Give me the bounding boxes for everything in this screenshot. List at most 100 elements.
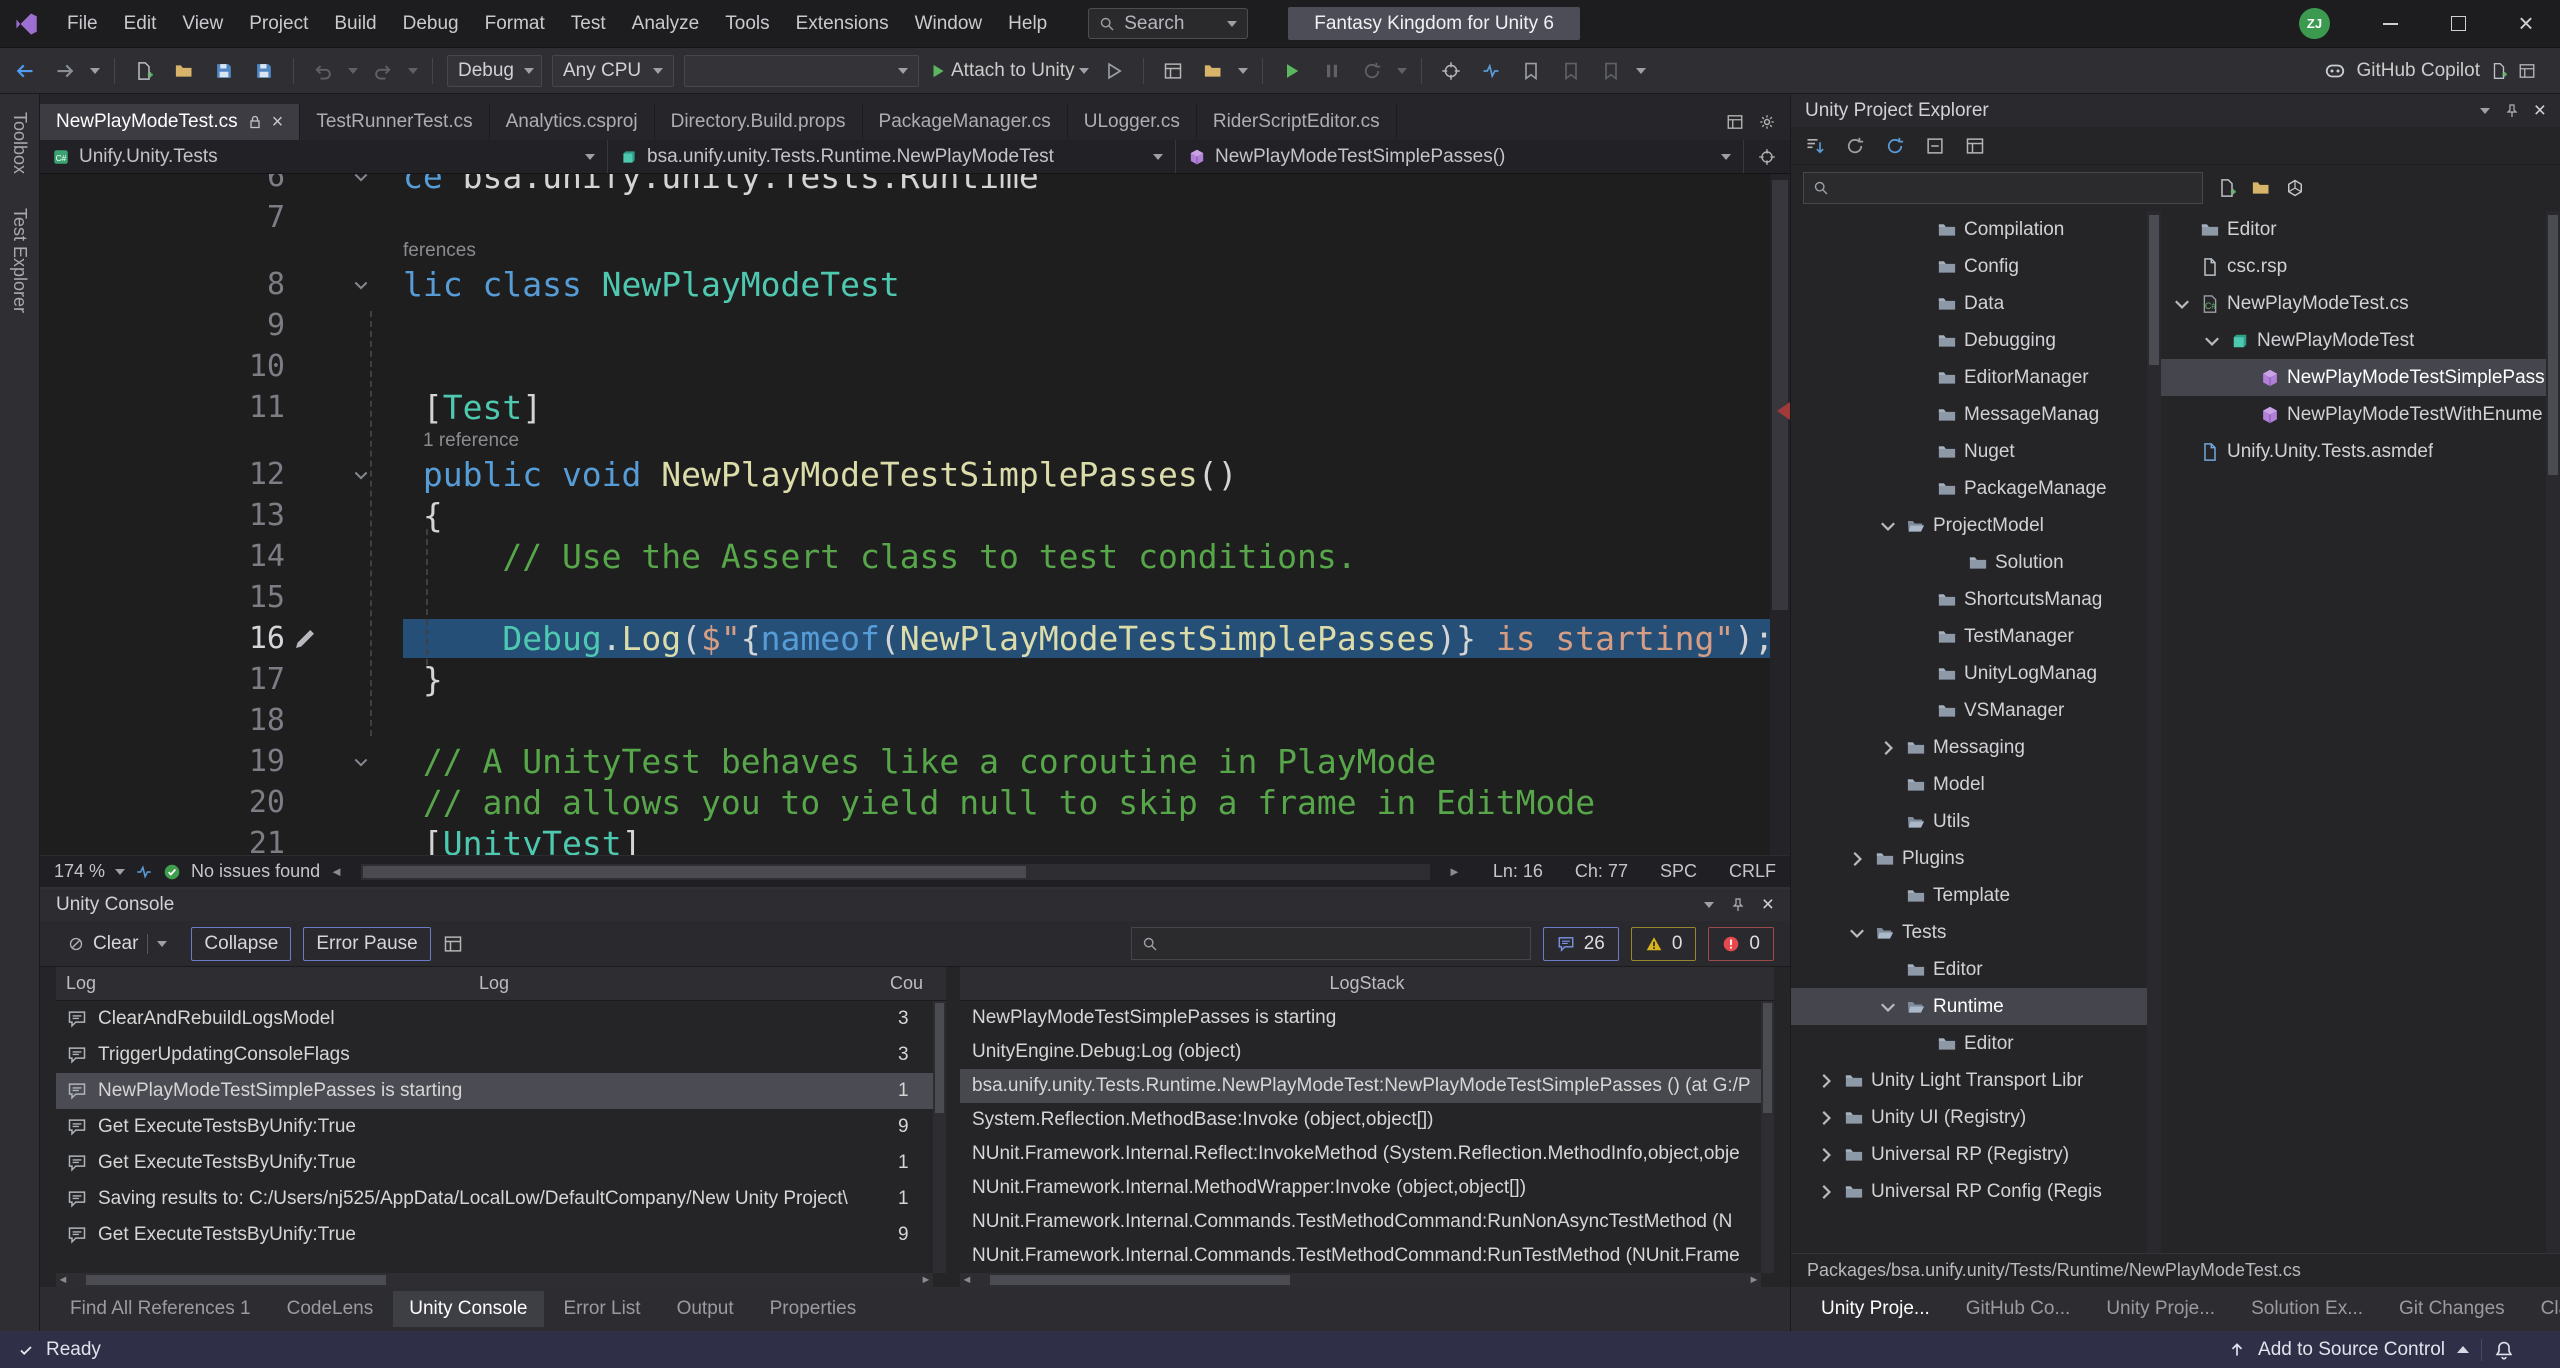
- line-indicator[interactable]: Ln: 16: [1493, 861, 1543, 882]
- tab-settings-icon[interactable]: [1758, 113, 1776, 131]
- navigate-back-icon[interactable]: [10, 54, 40, 88]
- folder-tree-item[interactable]: Solution: [1791, 544, 2147, 581]
- startup-item-combo[interactable]: [684, 55, 919, 87]
- code-line[interactable]: 11 [Test]: [40, 387, 1770, 428]
- breadcrumb-segment[interactable]: NewPlayModeTestSimplePasses(): [1176, 140, 1744, 173]
- panel-tab[interactable]: CodeLens: [271, 1291, 390, 1327]
- panel-tab[interactable]: Error List: [548, 1291, 657, 1327]
- console-log-row[interactable]: ClearAndRebuildLogsModel3: [56, 1001, 946, 1037]
- code-line[interactable]: 15: [40, 577, 1770, 618]
- logstack-row[interactable]: NUnit.Framework.Internal.Reflect:InvokeM…: [960, 1137, 1774, 1171]
- undo-chevron-icon[interactable]: [348, 68, 358, 74]
- column-indicator[interactable]: Ch: 77: [1575, 861, 1628, 882]
- show-all-files-icon[interactable]: [2251, 178, 2271, 198]
- split-editor-icon[interactable]: [1744, 140, 1790, 173]
- side-tab-test-explorer[interactable]: Test Explorer: [9, 208, 30, 313]
- panel-tab[interactable]: Unity Console: [393, 1291, 543, 1327]
- code-line[interactable]: 19 // A UnityTest behaves like a corouti…: [40, 741, 1770, 782]
- copilot-panel-icon[interactable]: [2518, 62, 2536, 80]
- menu-test[interactable]: Test: [558, 0, 619, 47]
- file-tree-item[interactable]: NewPlayModeTestWithEnume: [2161, 396, 2546, 433]
- solution-name-badge[interactable]: Fantasy Kingdom for Unity 6: [1288, 7, 1580, 40]
- close-button[interactable]: ×: [2492, 0, 2560, 47]
- folder-tree-item[interactable]: MessageManag: [1791, 396, 2147, 433]
- panel-tab[interactable]: Output: [661, 1291, 750, 1327]
- menu-project[interactable]: Project: [236, 0, 321, 47]
- menu-analyze[interactable]: Analyze: [619, 0, 713, 47]
- debug-steps-chevron-icon[interactable]: [1397, 68, 1407, 74]
- open-file-icon[interactable]: [169, 54, 199, 88]
- menu-file[interactable]: File: [54, 0, 111, 47]
- run-tests-icon[interactable]: [1277, 54, 1307, 88]
- solution-folder-icon[interactable]: [1198, 54, 1228, 88]
- logstack-row[interactable]: UnityEngine.Debug:Log (object): [960, 1035, 1774, 1069]
- panel-tab[interactable]: Unity Proje...: [2090, 1291, 2231, 1327]
- file-tree-item[interactable]: NewPlayModeTestSimplePass: [2161, 359, 2546, 396]
- tab-list-icon[interactable]: [1726, 113, 1744, 131]
- folder-tree-item[interactable]: Template: [1791, 877, 2147, 914]
- line-ending-indicator[interactable]: CRLF: [1729, 861, 1776, 882]
- file-tree-item[interactable]: C#NewPlayModeTest.cs: [2161, 285, 2546, 322]
- folder-tree-item[interactable]: PackageManage: [1791, 470, 2147, 507]
- folder-tree-item[interactable]: Editor: [1791, 1025, 2147, 1062]
- source-control-expand-icon[interactable]: [2457, 1346, 2469, 1353]
- close-panel-icon[interactable]: ×: [1762, 893, 1774, 917]
- code-line[interactable]: 17 }: [40, 659, 1770, 700]
- maximize-button[interactable]: [2424, 0, 2492, 47]
- chevron-right-icon[interactable]: [1846, 848, 1868, 870]
- folder-tree-item[interactable]: Plugins: [1791, 840, 2147, 877]
- code-line[interactable]: 12 public void NewPlayModeTestSimplePass…: [40, 454, 1770, 495]
- side-tab-toolbox[interactable]: Toolbox: [9, 112, 30, 174]
- folder-tree-item[interactable]: Universal RP (Registry): [1791, 1136, 2147, 1173]
- code-line[interactable]: 20 // and allows you to yield null to sk…: [40, 782, 1770, 823]
- code-map-icon[interactable]: [1476, 54, 1506, 88]
- code-line[interactable]: 10: [40, 346, 1770, 387]
- document-tab[interactable]: Analytics.csproj: [490, 104, 655, 140]
- collapse-all-icon[interactable]: [1925, 136, 1945, 156]
- fold-chevron-icon[interactable]: [351, 465, 371, 485]
- folder-tree-scrollbar[interactable]: [2147, 211, 2161, 1253]
- console-log-row[interactable]: Get ExecuteTestsByUnify:True1: [56, 1145, 946, 1181]
- zoom-level[interactable]: 174 %: [54, 861, 105, 882]
- folder-tree-item[interactable]: Config: [1791, 248, 2147, 285]
- console-search-box[interactable]: [1131, 927, 1531, 960]
- panel-tab[interactable]: Git Changes: [2383, 1291, 2521, 1327]
- console-log-row[interactable]: TriggerUpdatingConsoleFlags3: [56, 1037, 946, 1073]
- chevron-down-icon[interactable]: [1877, 515, 1899, 537]
- console-log-row[interactable]: Saving results to: C:/Users/nj525/AppDat…: [56, 1181, 946, 1217]
- chevron-down-icon[interactable]: [1877, 996, 1899, 1018]
- panel-tab[interactable]: Unity Proje...: [1805, 1291, 1946, 1327]
- log-table-hscrollbar[interactable]: ◄►: [56, 1273, 933, 1287]
- undo-icon[interactable]: [308, 54, 338, 88]
- panel-tab[interactable]: Class View: [2525, 1291, 2560, 1327]
- close-tab-icon[interactable]: ×: [272, 111, 284, 134]
- panel-tab[interactable]: Solution Ex...: [2235, 1291, 2379, 1327]
- folder-tree-item[interactable]: Messaging: [1791, 729, 2147, 766]
- account-avatar[interactable]: ZJ: [2299, 8, 2330, 39]
- breadcrumb-segment[interactable]: C#Unify.Unity.Tests: [40, 140, 608, 173]
- new-file-icon[interactable]: [129, 54, 159, 88]
- folder-tree-item[interactable]: UnityLogManag: [1791, 655, 2147, 692]
- navigate-forward-icon[interactable]: [50, 54, 80, 88]
- chevron-down-icon[interactable]: [2171, 293, 2193, 315]
- breadcrumb-segment[interactable]: bsa.unify.unity.Tests.Runtime.NewPlayMod…: [608, 140, 1176, 173]
- file-tree-item[interactable]: csc.rsp: [2161, 248, 2546, 285]
- add-to-source-control-button[interactable]: Add to Source Control: [2258, 1339, 2445, 1361]
- explorer-search-input[interactable]: [1837, 178, 2193, 199]
- code-line[interactable]: 18: [40, 700, 1770, 741]
- panel-tab[interactable]: GitHub Co...: [1950, 1291, 2087, 1327]
- view-options-icon[interactable]: [1965, 136, 1985, 156]
- logstack-row[interactable]: NUnit.Framework.Internal.MethodWrapper:I…: [960, 1171, 1774, 1205]
- folder-tree-item[interactable]: Model: [1791, 766, 2147, 803]
- live-unit-testing-icon[interactable]: [1436, 54, 1466, 88]
- chevron-down-icon[interactable]: [2201, 330, 2223, 352]
- file-tree-item[interactable]: Editor: [2161, 211, 2546, 248]
- fold-chevron-icon[interactable]: [351, 174, 371, 187]
- editor-horizontal-scrollbar[interactable]: [361, 864, 1430, 880]
- file-tree-item[interactable]: Unify.Unity.Tests.asmdef: [2161, 433, 2546, 470]
- pause-icon[interactable]: [1317, 54, 1347, 88]
- panel-tab[interactable]: Properties: [754, 1291, 873, 1327]
- chevron-right-icon[interactable]: [1877, 737, 1899, 759]
- panel-tab[interactable]: Find All References 1: [54, 1291, 267, 1327]
- previous-bookmark-icon[interactable]: [1556, 54, 1586, 88]
